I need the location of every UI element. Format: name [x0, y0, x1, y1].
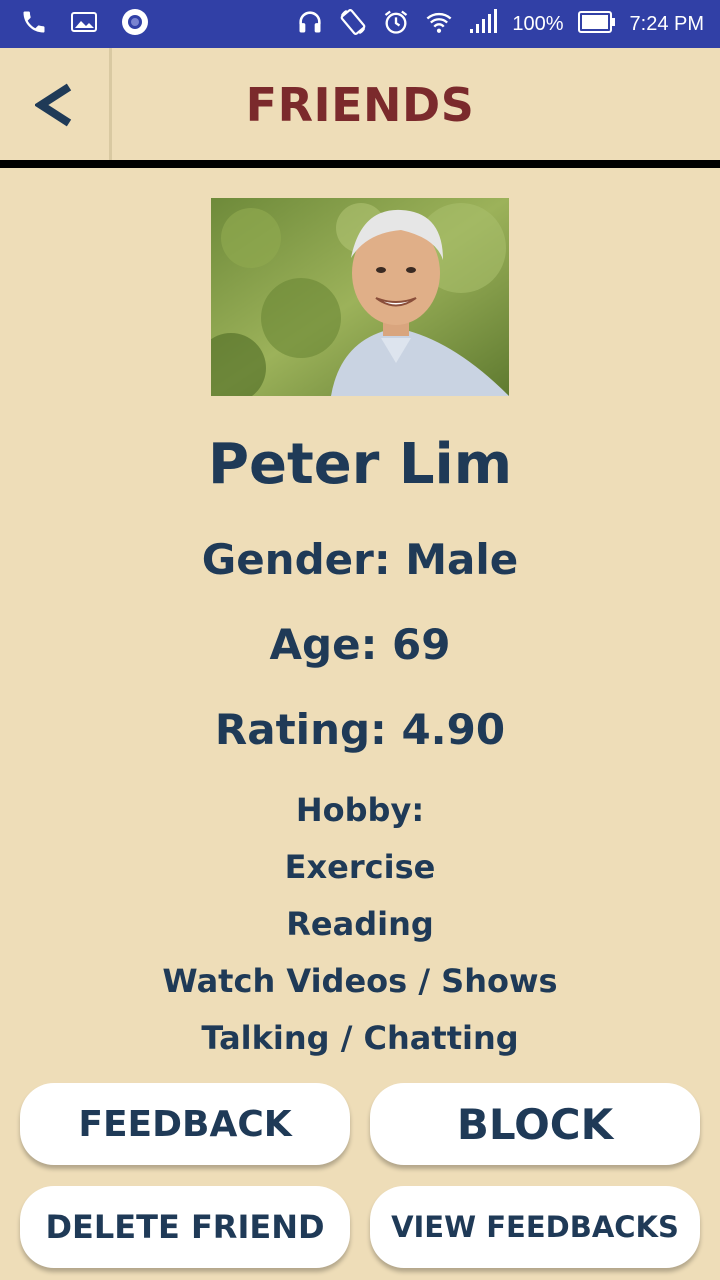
hobby-heading: Hobby: [295, 791, 425, 829]
clock: 7:24 PM [629, 12, 704, 35]
image-icon [70, 10, 98, 39]
back-arrow-icon [34, 83, 71, 127]
status-icons-left [20, 7, 150, 42]
hobby-list: Hobby: Exercise Reading Watch Videos / S… [0, 788, 720, 1073]
record-icon [120, 7, 150, 42]
friend-name: Peter Lim [207, 432, 513, 497]
friend-age: Age: 69 [269, 620, 451, 669]
battery-percent: 100% [512, 12, 564, 35]
hobby-item: Exercise [284, 848, 436, 886]
profile-photo [211, 198, 509, 396]
phone-icon [20, 8, 48, 41]
status-bar: 100% 7:24 PM [0, 0, 720, 48]
wifi-icon [424, 8, 454, 41]
app-header: FRIENDS [0, 48, 720, 162]
block-button[interactable]: BLOCK [370, 1083, 700, 1165]
hobby-item: Reading [286, 905, 434, 943]
alarm-icon [382, 8, 410, 41]
rotate-icon [338, 7, 368, 42]
view-feedbacks-button[interactable]: VIEW FEEDBACKS [370, 1186, 700, 1268]
friend-gender: Gender: Male [201, 535, 519, 584]
feedback-button[interactable]: FEEDBACK [20, 1083, 350, 1165]
battery-icon [577, 10, 616, 38]
header-divider [0, 160, 720, 168]
headphones-icon [296, 8, 324, 41]
back-button[interactable] [0, 48, 112, 162]
friend-rating: Rating: 4.90 [214, 705, 506, 754]
signal-icon [468, 8, 498, 40]
status-icons-right: 100% 7:24 PM [296, 7, 704, 42]
delete-friend-button[interactable]: DELETE FRIEND [20, 1186, 350, 1268]
hobby-item: Talking / Chatting [201, 1019, 519, 1057]
hobby-item: Watch Videos / Shows [162, 962, 558, 1000]
page-title: FRIENDS [245, 78, 475, 132]
